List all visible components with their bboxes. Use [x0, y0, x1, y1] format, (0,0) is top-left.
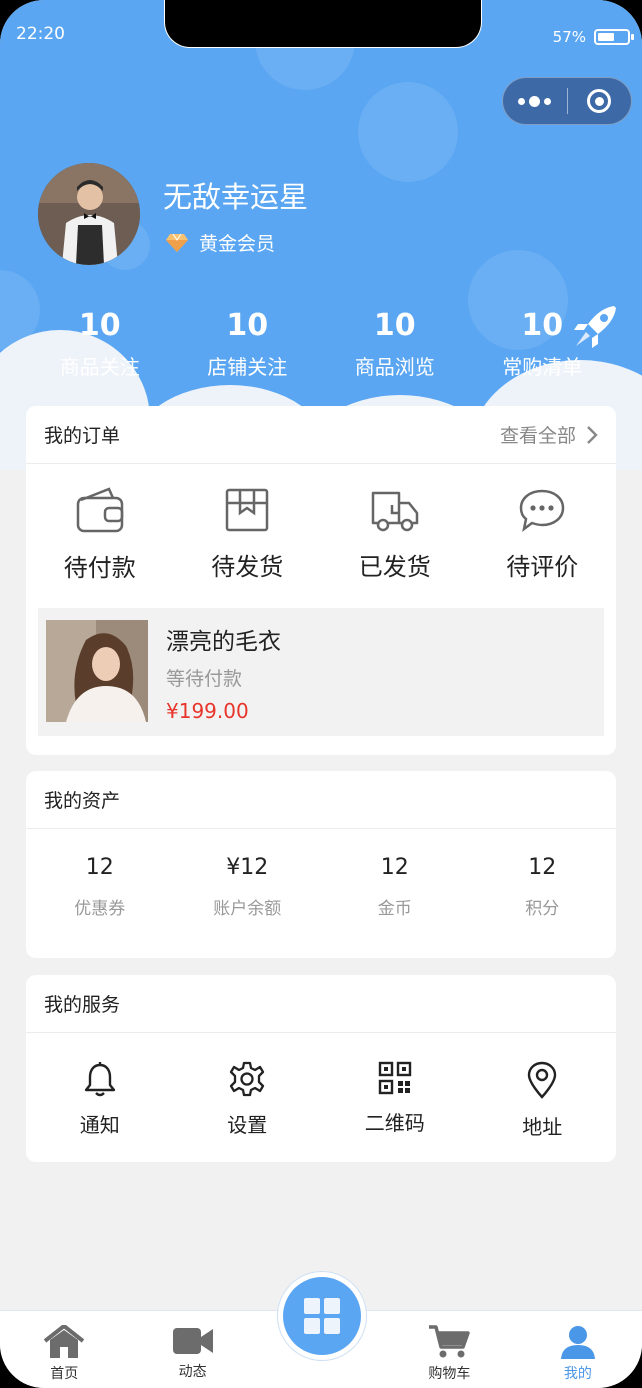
services-title: 我的服务	[44, 994, 121, 1016]
location-icon	[528, 1061, 557, 1099]
miniprogram-capsule	[502, 77, 632, 125]
grid-icon	[304, 1298, 340, 1334]
chevron-right-icon	[587, 425, 598, 444]
product-thumbnail	[46, 620, 148, 722]
rocket-icon	[574, 306, 616, 348]
asset-value: 12	[85, 855, 114, 880]
asset-value: 12	[528, 855, 557, 880]
member-level: 黄金会员	[165, 229, 275, 256]
orders-card: 我的订单 查看全部 待付款 待发货 已发货 待评价 漂亮的毛衣 等待付款 ¥19…	[26, 406, 616, 755]
tab-cart[interactable]: 购物车	[385, 1311, 513, 1388]
truck-icon	[371, 491, 418, 531]
order-item-label: 待付款	[63, 553, 136, 582]
service-address[interactable]: 地址	[469, 1061, 617, 1161]
close-miniprogram-button[interactable]	[568, 78, 632, 124]
asset-label: 积分	[525, 899, 560, 919]
cart-icon	[429, 1325, 471, 1358]
services-card: 我的服务 通知 设置 二维码 地址	[26, 975, 616, 1162]
device-notch	[164, 0, 482, 48]
stat-value: 10	[78, 308, 121, 343]
order-pending-shipment[interactable]: 待发货	[174, 464, 322, 604]
user-avatar[interactable]	[38, 163, 140, 265]
comment-icon	[519, 489, 565, 532]
battery-icon	[594, 29, 634, 45]
bell-icon	[84, 1062, 115, 1097]
product-name: 漂亮的毛衣	[166, 629, 281, 655]
tab-home[interactable]: 首页	[0, 1311, 128, 1388]
battery-percentage: 57%	[552, 28, 586, 46]
diamond-icon	[166, 233, 188, 252]
asset-label: 账户余额	[213, 899, 282, 919]
more-menu-button[interactable]	[503, 78, 567, 124]
center-fab-button[interactable]	[277, 1271, 367, 1361]
service-settings[interactable]: 设置	[174, 1061, 322, 1161]
service-label: 地址	[522, 1115, 563, 1139]
service-label: 设置	[227, 1113, 268, 1137]
stat-label: 商品浏览	[354, 355, 435, 379]
service-label: 二维码	[364, 1111, 425, 1135]
order-item-label: 待发货	[211, 552, 284, 581]
asset-label: 金币	[377, 899, 412, 919]
order-item-label: 待评价	[506, 552, 579, 581]
order-product-row[interactable]: 漂亮的毛衣 等待付款 ¥199.00	[38, 608, 604, 736]
tab-label: 首页	[50, 1366, 79, 1382]
phone-screen: 22:20 57% 无敌幸运星 黄金会员 10 商品关注 10 店铺关注 10 …	[0, 0, 642, 1388]
order-shipped[interactable]: 已发货	[321, 464, 469, 604]
stat-label: 店铺关注	[207, 355, 288, 379]
product-price: ¥199.00	[166, 699, 249, 723]
view-all-label: 查看全部	[499, 425, 576, 447]
gear-icon	[230, 1061, 265, 1097]
stat-label: 常购清单	[502, 355, 583, 379]
stat-browse-history[interactable]: 10 商品浏览	[321, 305, 469, 380]
home-icon	[43, 1325, 85, 1358]
wallet-icon	[76, 486, 123, 532]
order-item-label: 已发货	[358, 552, 431, 581]
asset-coins[interactable]: 12 金币	[321, 855, 469, 957]
status-time: 22:20	[16, 24, 65, 44]
assets-title: 我的资产	[44, 790, 121, 812]
stat-store-follow[interactable]: 10 店铺关注	[174, 305, 322, 380]
stat-value: 10	[373, 308, 416, 343]
tab-mine[interactable]: 我的	[514, 1311, 642, 1388]
orders-title: 我的订单	[44, 425, 121, 447]
product-status: 等待付款	[166, 668, 243, 690]
qrcode-icon	[378, 1061, 411, 1095]
tab-label: 动态	[178, 1364, 207, 1380]
user-name: 无敌幸运星	[163, 180, 309, 214]
asset-value: ¥12	[226, 855, 269, 880]
asset-value: 12	[380, 855, 409, 880]
assets-card: 我的资产 12 优惠券 ¥12 账户余额 12 金币 12 积分	[26, 771, 616, 958]
video-icon	[172, 1328, 213, 1354]
service-qrcode[interactable]: 二维码	[321, 1061, 469, 1161]
stat-value: 10	[226, 308, 269, 343]
tab-label: 我的	[563, 1366, 592, 1382]
order-pending-review[interactable]: 待评价	[469, 464, 617, 604]
asset-label: 优惠券	[74, 899, 126, 919]
asset-points[interactable]: 12 积分	[469, 855, 617, 957]
service-label: 通知	[79, 1113, 120, 1137]
asset-balance[interactable]: ¥12 账户余额	[174, 855, 322, 957]
stats-row: 10 商品关注 10 店铺关注 10 商品浏览 10 常购清单	[26, 305, 616, 380]
stat-product-follow[interactable]: 10 商品关注	[26, 305, 174, 380]
service-notifications[interactable]: 通知	[26, 1061, 174, 1161]
tab-feed[interactable]: 动态	[128, 1311, 256, 1388]
member-level-label: 黄金会员	[199, 233, 276, 255]
box-icon	[226, 488, 269, 531]
tab-label: 购物车	[428, 1366, 471, 1382]
stat-label: 商品关注	[59, 355, 140, 379]
view-all-orders-link[interactable]: 查看全部	[500, 421, 598, 448]
order-pending-payment[interactable]: 待付款	[26, 464, 174, 604]
asset-coupons[interactable]: 12 优惠券	[26, 855, 174, 957]
user-icon	[560, 1326, 595, 1359]
